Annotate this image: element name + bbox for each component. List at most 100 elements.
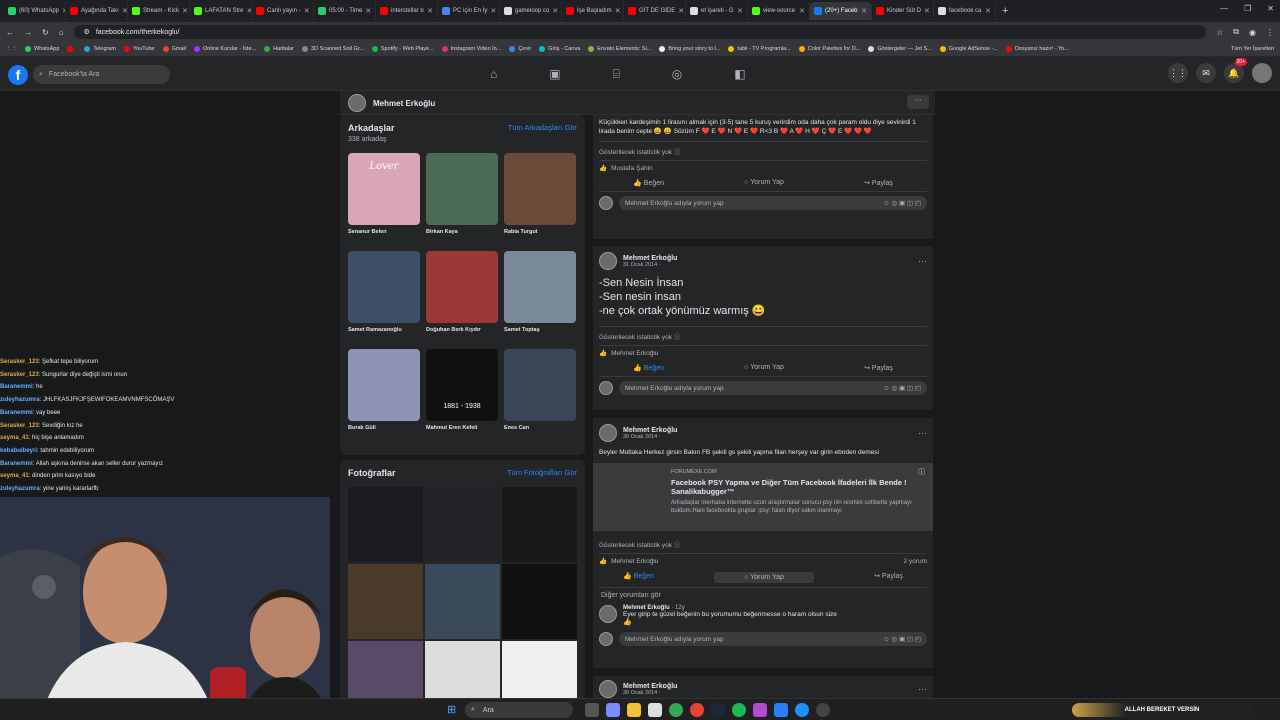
star-icon[interactable]: ☆ [1216,28,1223,37]
bookmark-item[interactable]: Envato Elements: Si... [588,46,651,52]
browser-tab[interactable]: PC için En İy ✕ [438,2,500,20]
close-tab-icon[interactable]: ✕ [427,7,433,15]
chrome-alt-icon[interactable] [690,703,704,717]
link-preview[interactable]: FORUMEXE.COM Facebook PSY Yapma ve Diğer… [593,463,933,531]
friend-photo[interactable] [348,251,420,323]
friend-card[interactable]: Samet Toptaş [504,251,576,333]
extensions-icon[interactable]: ⧉ [1233,27,1239,37]
window-controls[interactable]: — ❐ ✕ [1220,4,1274,13]
post-date[interactable]: 30 Ocak 2014 · [623,690,677,696]
chrome-icon[interactable] [669,703,683,717]
close-tab-icon[interactable]: ✕ [552,7,558,15]
photo-thumbnail[interactable] [425,564,500,639]
info-icon[interactable]: ⓘ [674,149,681,156]
author-avatar[interactable] [599,680,617,698]
chat-username[interactable]: zuleyhazumra [0,397,40,403]
comment-button[interactable]: ○ Yorum Yap [744,364,784,372]
chat-username[interactable]: zuleyhazumra [0,486,40,492]
author-name[interactable]: Mehmet Erkoğlu [623,427,677,434]
author-name[interactable]: Mehmet Erkoğlu [623,255,677,262]
friend-photo[interactable]: 1881 - 1938 [426,349,498,421]
gaming-nav-icon[interactable]: ◧ [734,67,745,82]
chat-username[interactable]: kebabuibeyri [0,448,37,454]
video-nav-icon[interactable]: ▣ [549,67,560,82]
close-tab-icon[interactable]: ✕ [737,7,743,15]
post-date[interactable]: 30 Ocak 2014 · [623,434,677,440]
account-avatar[interactable] [1252,63,1272,83]
post-date[interactable]: 31 Ocak 2014 · [623,262,677,268]
address-bar[interactable]: ⚙ facebook.com/therkekoglu/ [73,25,1207,39]
friend-photo[interactable] [426,153,498,225]
profile-avatar[interactable] [348,94,366,112]
back-icon[interactable]: ← [6,28,14,37]
close-tab-icon[interactable]: ✕ [304,7,310,15]
like-summary[interactable]: 👍 Mehmet Erkoğlu [593,346,933,360]
chat-username[interactable]: Baranemmi [0,410,33,416]
chat-username[interactable]: seyma_41 [0,473,29,479]
taskbar-search[interactable]: ⌕ Ara [465,702,573,718]
browser-tab[interactable]: facebook ca ✕ [934,2,996,20]
file-explorer-icon[interactable] [627,703,641,717]
like-summary[interactable]: 👍 Mehmet Erkoğlu 2 yorum [593,554,933,568]
browser-tab[interactable]: Kinder Süt D ✕ [872,2,934,20]
browser-tab[interactable]: interstellar b ✕ [376,2,438,20]
bookmark-item[interactable]: Telegram [84,46,116,52]
photo-thumbnail[interactable] [502,564,577,639]
close-window-icon[interactable]: ✕ [1267,4,1274,13]
friend-name[interactable]: Rabia Turgut [504,229,576,235]
close-tab-icon[interactable]: ✕ [122,7,127,15]
friend-card[interactable]: Enes Can [504,349,576,431]
reload-icon[interactable]: ↻ [42,28,49,37]
bookmark-item[interactable]: Color Palettes for D... [798,46,860,52]
bookmark-item[interactable]: Instagram Video İn... [441,46,501,52]
bookmark-item[interactable]: Çevir [509,46,531,52]
shield-icon[interactable] [774,703,788,717]
browser-tab[interactable]: İşe Başladım ✕ [562,2,624,20]
chat-username[interactable]: Serasker_123 [0,372,39,378]
friend-name[interactable]: Enes Can [504,425,576,431]
bookmark-item[interactable]: 3D Scanned Soil Gr... [301,46,364,52]
comments-count[interactable]: 2 yorum [904,558,927,565]
friend-photo[interactable] [348,349,420,421]
friend-card[interactable]: Birkan Kaya [426,153,498,235]
browser-tab[interactable]: gameloop co ✕ [500,2,562,20]
more-options-icon[interactable]: ··· [907,95,929,109]
share-button[interactable]: ↪ Paylaş [864,364,893,372]
spotify-icon[interactable] [732,703,746,717]
friend-card[interactable]: Rabia Turgut [504,153,576,235]
friend-photo[interactable] [504,251,576,323]
comment-input[interactable]: Mehmet Erkoğlu adıyla yorum yap ☺ ◎ ▣ ◫ ◰ [619,196,927,210]
browser-tab[interactable]: Ayağında Takı ✕ [66,2,128,20]
browser-tab[interactable]: 05:00 - Time ✕ [314,2,376,20]
friend-photo[interactable] [504,153,576,225]
bookmark-item[interactable]: Göstergeler — Jet S... [868,46,932,52]
facebook-logo[interactable]: f [8,65,28,85]
bookmark-item[interactable]: Gmail [162,46,186,52]
store-icon[interactable] [648,703,662,717]
bookmark-item[interactable]: Google AdSense -... [939,46,998,52]
forward-icon[interactable]: → [24,28,32,37]
friend-photo[interactable]: Lover [348,153,420,225]
site-info-icon[interactable]: ⚙ [84,28,90,36]
comment-avatar[interactable] [599,605,617,623]
link-title[interactable]: Facebook PSY Yapma ve Diğer Tüm Facebook… [671,478,927,496]
profile-icon[interactable]: ◉ [1249,28,1256,37]
photo-thumbnail[interactable] [348,487,423,562]
browser-tab[interactable]: Canlı yayın - ✕ [252,2,314,20]
share-button[interactable]: ↪ Paylaş [864,179,893,187]
friend-photo[interactable] [504,349,576,421]
marketplace-nav-icon[interactable]: ⌸ [613,67,620,82]
close-tab-icon[interactable]: ✕ [365,7,371,15]
browser-tab[interactable]: LAFATAN Stre ✕ [190,2,252,20]
close-tab-icon[interactable]: ✕ [615,7,621,15]
bookmark-item[interactable]: Bring your story to l... [659,46,720,52]
edge-icon[interactable] [795,703,809,717]
obs-icon[interactable] [816,703,830,717]
friend-name[interactable]: Mahmut Eren Kefeli [426,425,498,431]
post-options-icon[interactable]: ··· [918,256,927,266]
all-bookmarks-folder[interactable]: Tüm Yer İşaretleri [1231,46,1280,52]
see-all-photos-link[interactable]: Tüm Fotoğrafları Gör [507,468,577,477]
photo-thumbnail[interactable] [348,564,423,639]
minimize-icon[interactable]: — [1220,4,1228,13]
info-icon[interactable]: ⓘ [674,542,681,549]
